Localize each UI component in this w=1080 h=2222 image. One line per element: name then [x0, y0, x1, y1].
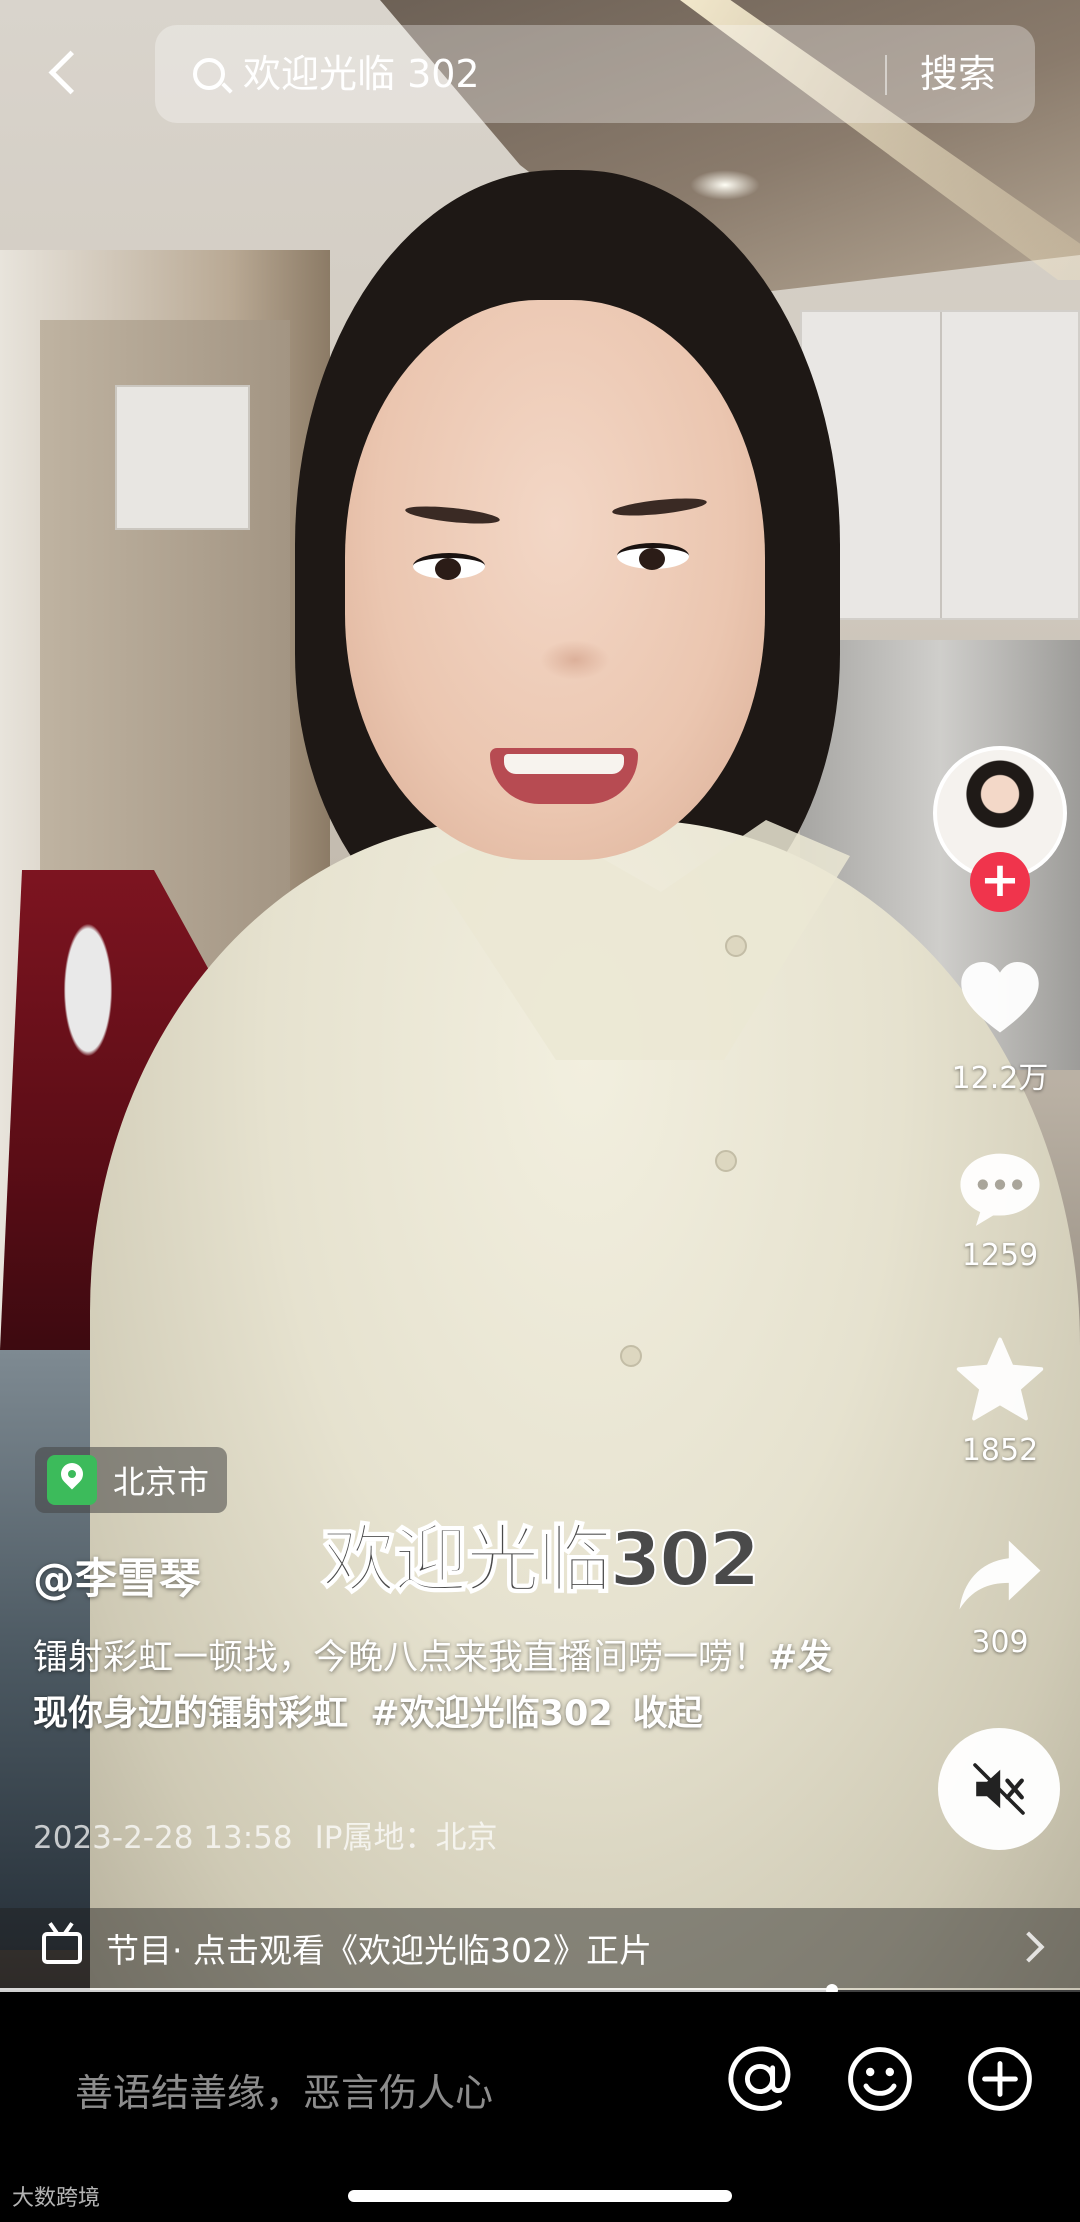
follow-button[interactable]: +	[970, 852, 1030, 912]
share-count: 309	[971, 1625, 1029, 1660]
left-eye	[413, 553, 485, 580]
right-eye	[617, 543, 689, 570]
comment-bubble-icon	[960, 1153, 1040, 1226]
back-arrow-icon[interactable]	[40, 45, 90, 105]
wall-cabinet	[800, 310, 1080, 620]
speaker-muted-icon	[973, 1763, 1025, 1815]
share-button[interactable]: 309	[940, 1535, 1060, 1660]
comment-button[interactable]: 1259	[940, 1148, 1060, 1273]
emoji-icon[interactable]	[845, 2044, 915, 2114]
post-meta: 2023-2-28 13:58 IP属地：北京	[33, 1812, 497, 1857]
post-timestamp: 2023-2-28 13:58	[33, 1820, 293, 1856]
location-pin-icon	[47, 1455, 97, 1505]
search-button[interactable]: 搜索	[920, 49, 996, 99]
collapse-button[interactable]: 收起	[633, 1694, 703, 1734]
description-text: 镭射彩虹一顿找，今晚八点来我直播间唠一唠！	[33, 1638, 769, 1678]
favorite-button[interactable]: 1852	[940, 1335, 1060, 1468]
search-divider	[885, 55, 887, 95]
add-plus-icon[interactable]	[965, 2044, 1035, 2114]
at-mention-icon[interactable]	[725, 2044, 795, 2114]
hashtag-link[interactable]: #欢迎光临302	[370, 1694, 612, 1734]
mouth	[490, 748, 638, 804]
location-label: 北京市	[113, 1463, 210, 1501]
chevron-right-icon	[1013, 1931, 1045, 1963]
home-indicator[interactable]	[348, 2190, 732, 2202]
like-button[interactable]: 12.2万	[940, 955, 1060, 1097]
comment-count: 1259	[961, 1238, 1039, 1273]
tv-icon	[42, 1932, 82, 1964]
heart-icon	[961, 962, 1039, 1033]
location-tag[interactable]: 北京市	[35, 1447, 228, 1513]
ip-location: IP属地：北京	[314, 1820, 498, 1856]
share-arrow-icon	[959, 1540, 1041, 1610]
star-icon	[956, 1337, 1044, 1421]
nose	[540, 640, 610, 680]
search-bar[interactable]: 欢迎光临 302 搜索	[155, 25, 1035, 123]
background-cabinet	[115, 385, 250, 530]
watermark: 大数跨境	[12, 2186, 101, 2211]
comment-bar: 善语结善缘，恶言伤人心	[0, 1992, 1080, 2222]
mute-button[interactable]	[938, 1728, 1060, 1850]
post-description: 镭射彩虹一顿找，今晚八点来我直播间唠一唠！#发现你身边的镭射彩虹 #欢迎光临30…	[33, 1630, 863, 1742]
program-text: 节目· 点击观看《欢迎光临302》正片	[106, 1931, 652, 1970]
shirt-button	[715, 1150, 737, 1172]
author-name[interactable]: @李雪琴	[33, 1545, 201, 1606]
program-banner[interactable]: 节目· 点击观看《欢迎光临302》正片	[0, 1908, 1080, 1988]
search-icon	[193, 58, 225, 90]
search-input[interactable]: 欢迎光临 302	[243, 49, 480, 99]
favorite-count: 1852	[961, 1433, 1039, 1468]
shirt-button	[620, 1345, 642, 1367]
comment-input[interactable]: 善语结善缘，恶言伤人心	[75, 2062, 493, 2117]
ceiling-lamp	[690, 170, 760, 200]
shirt-button	[725, 935, 747, 957]
like-count: 12.2万	[951, 1061, 1049, 1096]
